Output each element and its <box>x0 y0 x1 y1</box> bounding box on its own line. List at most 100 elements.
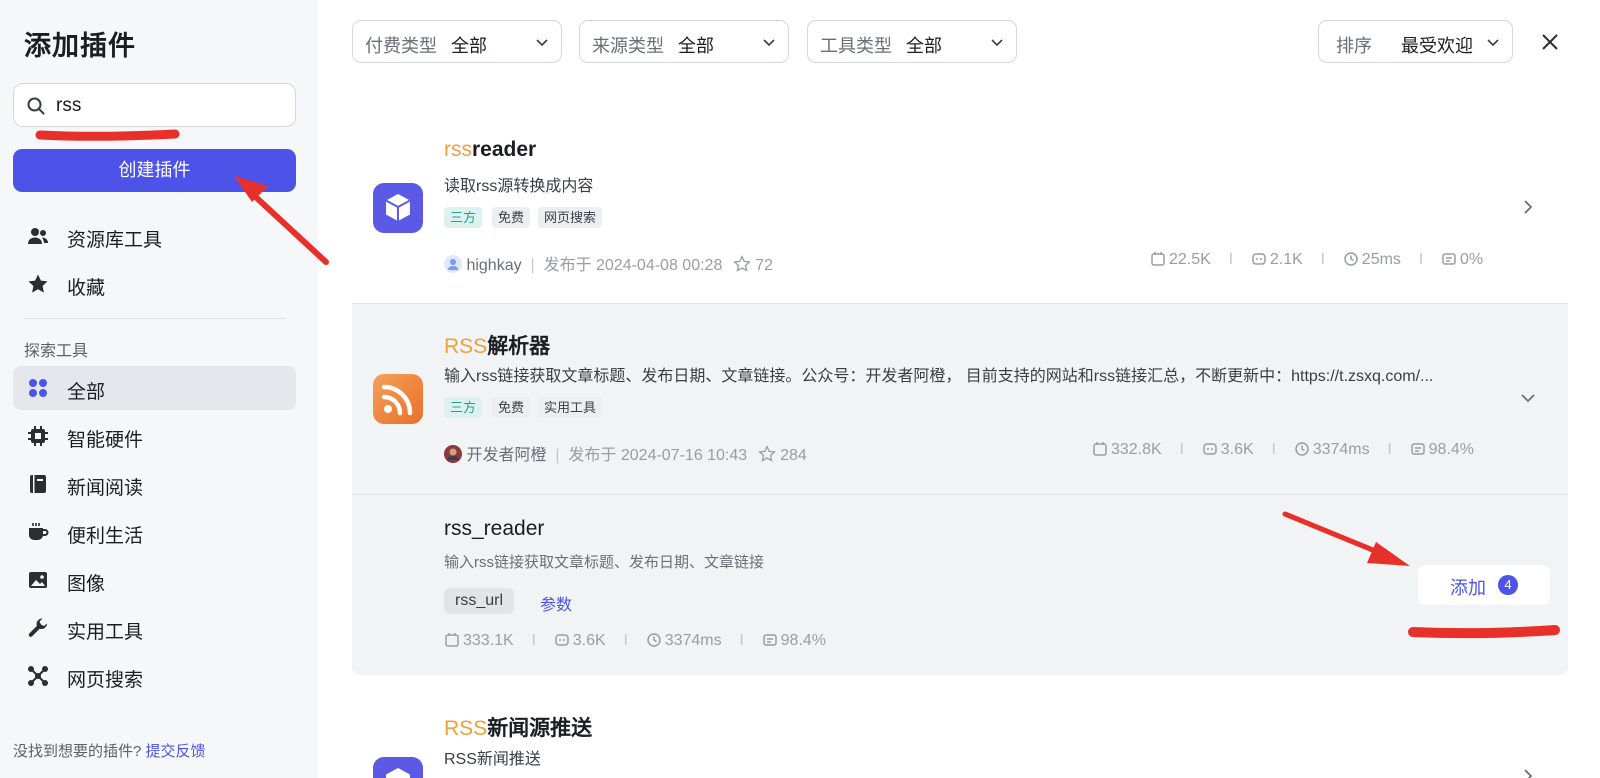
dialog-title: 添加插件 <box>24 31 136 61</box>
plugin-meta: highkay | 发布于 2024-04-08 00:28 72 <box>444 251 773 275</box>
sidebar-item-label: 智能硬件 <box>67 430 144 451</box>
sidebar-item-favorites[interactable]: 收藏 <box>13 262 296 306</box>
sidebar: 添加插件 rss 创建插件 资源库工具 收藏 探索工具 全部 智能硬件 新闻阅读… <box>0 0 318 778</box>
sidebar-item-smart-hardware[interactable]: 智能硬件 <box>13 414 296 458</box>
name-highlight: RSS <box>444 335 488 358</box>
success-rate-icon <box>1442 253 1456 265</box>
plugin-meta: 开发者阿橙 | 发布于 2024-07-16 10:43 284 <box>444 441 807 465</box>
plugin-stats: 332.8K I 3.6K I 3374ms I 98.4% <box>1092 441 1474 459</box>
name-rest: 新闻源推送 <box>487 717 593 740</box>
plugin-stats: 22.5K I 2.1K I 25ms I 0% <box>1150 251 1483 269</box>
sidebar-item-all[interactable]: 全部 <box>13 366 296 410</box>
plugin-name: RSS解析器 <box>444 330 550 360</box>
sidebar-item-news-reading[interactable]: 新闻阅读 <box>13 462 296 506</box>
tag: 免费 <box>492 207 531 228</box>
filter-key: 工具类型 <box>820 36 892 56</box>
search-icon <box>27 97 45 115</box>
coffee-icon <box>29 523 49 540</box>
stat-bots: 3.6K <box>1220 441 1254 458</box>
add-count-badge: 4 <box>1498 575 1518 595</box>
avatar <box>444 255 462 273</box>
sidebar-item-label: 图像 <box>67 574 106 595</box>
users-icon <box>28 228 48 244</box>
plugin-name: rssreader <box>444 138 536 162</box>
filter-key: 付费类型 <box>365 36 437 56</box>
stat-success-rate: 98.4% <box>780 632 827 649</box>
sort-key: 排序 <box>1336 36 1372 56</box>
publish-date: 发布于 2024-07-16 10:43 <box>568 447 748 464</box>
filter-value: 全部 <box>906 36 942 56</box>
sidebar-item-label: 全部 <box>67 382 106 403</box>
chevron-down-icon[interactable] <box>1520 390 1536 406</box>
search-input[interactable]: rss <box>13 83 296 127</box>
plugin-description: 输入rss链接获取文章标题、发布日期、文章链接。公众号：开发者阿橙， 目前支持的… <box>444 368 1434 385</box>
add-tool-button[interactable]: 添加 4 <box>1418 565 1550 605</box>
sidebar-item-image[interactable]: 图像 <box>13 558 296 602</box>
calls-icon <box>1093 442 1107 456</box>
network-icon <box>28 666 48 686</box>
star-count: 72 <box>755 257 774 274</box>
filter-payment-type[interactable]: 付费类型 全部 <box>352 20 562 63</box>
sidebar-item-web-search[interactable]: 网页搜索 <box>13 654 296 698</box>
add-label: 添加 <box>1450 578 1486 598</box>
param-tag: rss_url <box>444 588 515 614</box>
plugin-card[interactable]: RSS新闻源推送 RSS新闻推送 <box>352 700 1568 778</box>
tag: 三方 <box>444 207 483 228</box>
stat-calls: 332.8K <box>1111 441 1162 458</box>
sidebar-item-label: 网页搜索 <box>67 670 144 691</box>
filter-value: 全部 <box>678 36 714 56</box>
star-icon <box>28 274 48 293</box>
tag: 免费 <box>492 397 531 418</box>
chevron-right-icon[interactable] <box>1520 199 1536 215</box>
sidebar-item-utility-tools[interactable]: 实用工具 <box>13 606 296 650</box>
tool-name: rss_reader <box>444 517 545 540</box>
chip-icon <box>28 426 48 446</box>
params-link[interactable]: 参数 <box>540 591 572 615</box>
filter-source-type[interactable]: 来源类型 全部 <box>579 20 789 63</box>
rss-icon <box>373 374 423 424</box>
stat-latency: 25ms <box>1361 251 1401 268</box>
cube-icon <box>373 757 423 778</box>
image-icon <box>29 572 47 588</box>
bot-icon <box>1203 443 1217 455</box>
chevron-down-icon <box>536 39 548 47</box>
clock-icon <box>646 633 661 647</box>
star-outline-icon <box>757 445 776 462</box>
sidebar-item-label: 实用工具 <box>67 622 144 643</box>
chevron-down-icon <box>1487 39 1499 47</box>
tool-stats: 333.1K I 3.6K I 3374ms I 98.4% <box>444 632 826 650</box>
feedback-text: 没找到想要的插件? <box>13 743 142 760</box>
chevron-down-icon <box>763 39 775 47</box>
name-highlight: RSS <box>444 717 488 740</box>
feedback-prompt: 没找到想要的插件? 提交反馈 <box>13 740 206 761</box>
sort-select[interactable]: 排序 最受欢迎 <box>1318 20 1513 63</box>
chevron-right-icon[interactable] <box>1520 768 1536 778</box>
search-value: rss <box>56 95 82 116</box>
close-icon[interactable] <box>1538 30 1562 54</box>
section-title: 探索工具 <box>24 343 89 360</box>
calls-icon <box>445 633 459 647</box>
filter-value: 全部 <box>451 36 487 56</box>
success-rate-icon <box>1410 443 1425 455</box>
bot-icon <box>555 634 569 646</box>
divider <box>352 494 1568 495</box>
plugin-card-expanded[interactable]: RSS解析器 输入rss链接获取文章标题、发布日期、文章链接。公众号：开发者阿橙… <box>352 304 1568 675</box>
book-icon <box>30 475 46 493</box>
star-count: 284 <box>780 447 807 464</box>
clock-icon <box>1344 252 1358 266</box>
tag: 网页搜索 <box>538 207 603 228</box>
divider <box>24 318 286 319</box>
feedback-link[interactable]: 提交反馈 <box>146 743 206 760</box>
avatar <box>444 445 462 463</box>
stat-latency: 3374ms <box>664 632 722 649</box>
sidebar-item-library-tools[interactable]: 资源库工具 <box>13 214 296 258</box>
plugin-description: RSS新闻推送 <box>444 751 541 768</box>
plugin-card[interactable]: rssreader 读取rss源转换成内容 三方 免费 网页搜索 highkay… <box>352 122 1568 303</box>
stat-success-rate: 0% <box>1459 251 1484 268</box>
name-rest: 解析器 <box>487 335 551 358</box>
bot-icon <box>1252 253 1266 265</box>
filter-tool-type[interactable]: 工具类型 全部 <box>807 20 1017 63</box>
sidebar-item-convenience[interactable]: 便利生活 <box>13 510 296 554</box>
create-plugin-button[interactable]: 创建插件 <box>13 149 296 192</box>
chevron-down-icon <box>991 39 1003 47</box>
